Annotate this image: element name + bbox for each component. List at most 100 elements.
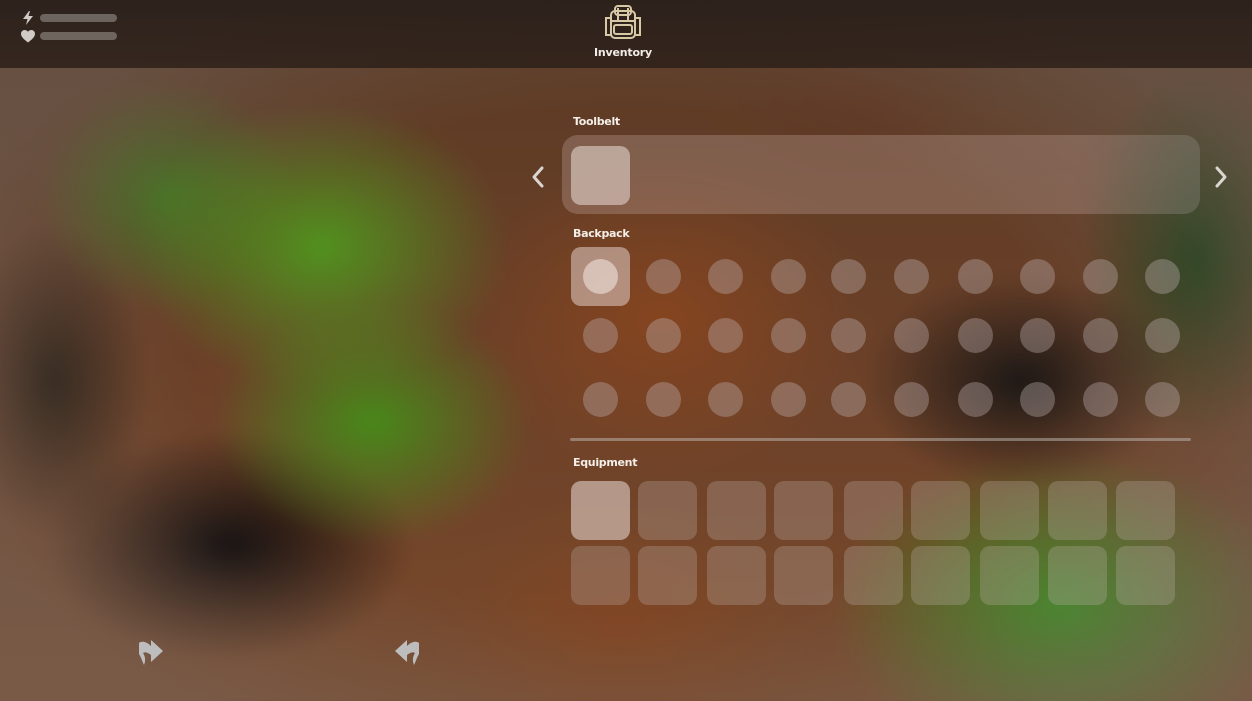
game-screen: Inventory Toolbelt Backpack Equipment xyxy=(0,0,1252,701)
backpack-slot-marker xyxy=(771,382,806,417)
section-divider xyxy=(570,438,1191,441)
backpack-slot[interactable] xyxy=(1071,306,1130,365)
backpack-slot[interactable] xyxy=(696,247,755,306)
backpack-slot-marker xyxy=(958,318,993,353)
health-stat xyxy=(20,29,117,43)
turn-left-arrow-icon xyxy=(395,640,419,665)
backpack-slot-marker xyxy=(771,259,806,294)
toolbelt-next-button[interactable] xyxy=(1209,162,1233,192)
backpack-slot[interactable] xyxy=(1008,306,1067,365)
equipment-slot[interactable] xyxy=(1116,546,1175,605)
equipment-slot[interactable] xyxy=(844,481,903,540)
toolbelt-label: Toolbelt xyxy=(573,115,620,128)
backpack-slot-marker xyxy=(1083,318,1118,353)
backpack-slot[interactable] xyxy=(571,370,630,429)
backpack-slot-marker xyxy=(583,318,618,353)
backpack-slot-marker xyxy=(646,259,681,294)
backpack-slot-marker xyxy=(831,259,866,294)
backpack-slot[interactable] xyxy=(1008,247,1067,306)
backpack-slot[interactable] xyxy=(1133,247,1192,306)
turn-right-arrow-icon xyxy=(139,640,163,665)
backpack-slot[interactable] xyxy=(1008,370,1067,429)
backpack-slot[interactable] xyxy=(946,370,1005,429)
backpack-slot-marker xyxy=(894,259,929,294)
toolbelt-slot[interactable] xyxy=(571,146,630,205)
backpack-label: Backpack xyxy=(573,227,630,240)
equipment-slot[interactable] xyxy=(844,546,903,605)
backpack-slot[interactable] xyxy=(882,247,941,306)
equipment-slot[interactable] xyxy=(571,546,630,605)
equipment-slot[interactable] xyxy=(1116,481,1175,540)
backpack-slot-marker xyxy=(1145,259,1180,294)
health-bar xyxy=(40,32,117,40)
backpack-slot[interactable] xyxy=(696,306,755,365)
backpack-slot-marker xyxy=(1145,318,1180,353)
backpack-slot[interactable] xyxy=(571,247,630,306)
backpack-slot-marker xyxy=(1083,259,1118,294)
toolbelt-panel xyxy=(562,135,1200,214)
equipment-slot[interactable] xyxy=(911,546,970,605)
backpack-slot-marker xyxy=(1020,318,1055,353)
energy-bar xyxy=(40,14,117,22)
backpack-slot[interactable] xyxy=(1133,370,1192,429)
backpack-slot[interactable] xyxy=(571,306,630,365)
backpack-slot[interactable] xyxy=(759,370,818,429)
equipment-label: Equipment xyxy=(573,456,638,469)
backpack-slot-marker xyxy=(583,259,618,294)
equipment-slot[interactable] xyxy=(707,481,766,540)
backpack-slot[interactable] xyxy=(946,247,1005,306)
backpack-slot-marker xyxy=(771,318,806,353)
top-bar: Inventory xyxy=(0,0,1252,68)
energy-stat xyxy=(20,11,117,25)
backpack-slot-marker xyxy=(1020,259,1055,294)
rotate-right-button[interactable] xyxy=(136,636,166,668)
backpack-icon xyxy=(603,4,643,44)
equipment-slot[interactable] xyxy=(980,481,1039,540)
backpack-slot-marker xyxy=(708,259,743,294)
equipment-slot[interactable] xyxy=(571,481,630,540)
backpack-slot[interactable] xyxy=(634,306,693,365)
rotate-left-button[interactable] xyxy=(392,636,422,668)
equipment-slot[interactable] xyxy=(980,546,1039,605)
heart-icon xyxy=(20,29,36,43)
backpack-slot-marker xyxy=(1145,382,1180,417)
backpack-slot[interactable] xyxy=(819,370,878,429)
chevron-left-icon xyxy=(532,166,544,188)
inventory-header[interactable]: Inventory xyxy=(575,4,671,59)
backpack-slot[interactable] xyxy=(1071,247,1130,306)
backpack-slot-marker xyxy=(894,382,929,417)
backpack-slot[interactable] xyxy=(759,306,818,365)
backpack-slot[interactable] xyxy=(882,306,941,365)
chevron-right-icon xyxy=(1215,166,1227,188)
backpack-slot-marker xyxy=(583,382,618,417)
backpack-slot-marker xyxy=(1020,382,1055,417)
backpack-slot[interactable] xyxy=(634,370,693,429)
backpack-slot-marker xyxy=(646,318,681,353)
equipment-slot[interactable] xyxy=(774,481,833,540)
backpack-slot-marker xyxy=(831,318,866,353)
backpack-slot[interactable] xyxy=(882,370,941,429)
backpack-slot[interactable] xyxy=(759,247,818,306)
backpack-slot[interactable] xyxy=(1133,306,1192,365)
equipment-slot[interactable] xyxy=(1048,481,1107,540)
backpack-slot-marker xyxy=(1083,382,1118,417)
equipment-slot[interactable] xyxy=(774,546,833,605)
equipment-slot[interactable] xyxy=(911,481,970,540)
equipment-slot[interactable] xyxy=(1048,546,1107,605)
equipment-slot[interactable] xyxy=(707,546,766,605)
inventory-title: Inventory xyxy=(594,46,652,59)
equipment-slot[interactable] xyxy=(638,481,697,540)
backpack-slot[interactable] xyxy=(819,247,878,306)
toolbelt-prev-button[interactable] xyxy=(526,162,550,192)
backpack-slot-marker xyxy=(958,382,993,417)
backpack-slot[interactable] xyxy=(696,370,755,429)
equipment-slot[interactable] xyxy=(638,546,697,605)
backpack-slot[interactable] xyxy=(634,247,693,306)
backpack-slot[interactable] xyxy=(819,306,878,365)
backpack-slot-marker xyxy=(708,318,743,353)
backpack-slot-marker xyxy=(708,382,743,417)
backpack-slot-marker xyxy=(958,259,993,294)
lightning-icon xyxy=(20,11,36,25)
backpack-slot[interactable] xyxy=(1071,370,1130,429)
backpack-slot[interactable] xyxy=(946,306,1005,365)
